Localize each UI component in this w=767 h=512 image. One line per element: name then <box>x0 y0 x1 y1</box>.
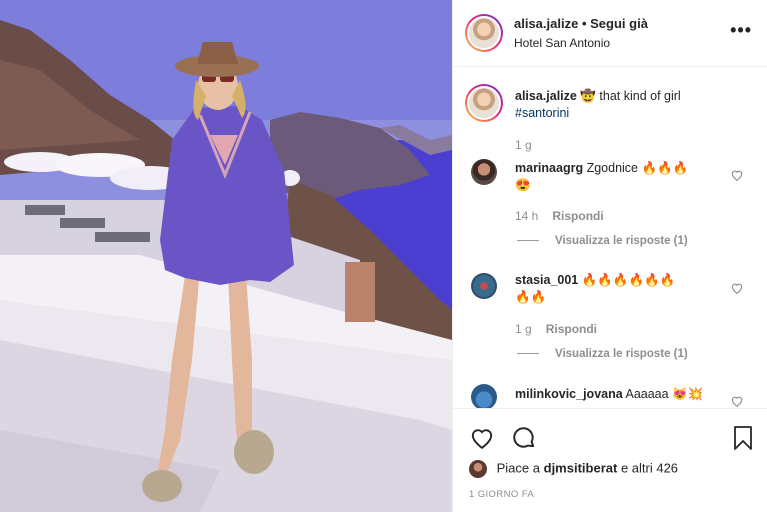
comment-text-continued: 😍 <box>515 178 531 192</box>
comment-like-heart-icon[interactable] <box>730 394 744 408</box>
author-avatar[interactable] <box>465 14 503 52</box>
comment-item: milinkovic_jovana Aaaaaa 😻💥 <box>515 386 735 403</box>
caption-avatar[interactable] <box>465 84 503 122</box>
comment-text: Zgodnice 🔥🔥🔥 <box>586 161 689 175</box>
view-replies-label: Visualizza le risposte (1) <box>555 235 688 247</box>
comment-text: Aaaaaa 😻💥 <box>625 387 704 401</box>
view-replies-button[interactable]: Visualizza le risposte (1) <box>517 235 688 247</box>
likes-summary: Piace a djmsitiberat e altri 426 <box>469 460 678 478</box>
view-replies-button[interactable]: Visualizza le risposte (1) <box>517 348 688 360</box>
photo-image <box>0 0 452 512</box>
comment-icon[interactable] <box>511 425 537 451</box>
separator-dot: • <box>581 16 587 31</box>
comment-avatar[interactable] <box>471 159 497 185</box>
comment-like-heart-icon[interactable] <box>730 168 744 182</box>
comment-text: 🔥🔥🔥🔥🔥🔥 <box>581 273 676 287</box>
liker-avatar[interactable] <box>469 460 487 478</box>
post-date: 1 GIORNO FA <box>469 489 535 500</box>
comment-username[interactable]: marinaagrg <box>515 161 583 175</box>
caption-time: 1 g <box>515 138 532 152</box>
comment-like-heart-icon[interactable] <box>730 281 744 295</box>
comment-time: 1 g <box>515 322 532 336</box>
more-options-icon[interactable]: ••• <box>730 20 752 41</box>
comments-section[interactable]: alisa.jalize 🤠 that kind of girl #santor… <box>453 68 767 408</box>
caption-hashtag[interactable]: #santorini <box>515 105 735 122</box>
comment-item: marinaagrg Zgodnice 🔥🔥🔥 😍 <box>515 160 735 194</box>
header-user-line: alisa.jalize • Segui già <box>514 16 648 31</box>
comment-username[interactable]: stasia_001 <box>515 273 578 287</box>
view-replies-label: Visualizza le risposte (1) <box>555 348 688 360</box>
author-username[interactable]: alisa.jalize <box>514 16 578 31</box>
comment-text-continued: 🔥🔥 <box>515 290 547 304</box>
post-header: alisa.jalize • Segui già Hotel San Anton… <box>453 0 767 67</box>
comment-avatar[interactable] <box>471 384 497 408</box>
likes-prefix: Piace a <box>496 460 540 476</box>
post-photo[interactable] <box>0 0 452 512</box>
post-actions: Piace a djmsitiberat e altri 426 1 GIORN… <box>453 408 767 512</box>
comment-item: stasia_001 🔥🔥🔥🔥🔥🔥 🔥🔥 <box>515 272 735 306</box>
comment-meta: 14 h Rispondi <box>515 209 604 223</box>
post-side-panel: alisa.jalize • Segui già Hotel San Anton… <box>452 0 767 512</box>
liker-username[interactable]: djmsitiberat <box>544 460 618 475</box>
reply-button[interactable]: Rispondi <box>546 322 597 336</box>
follow-status-button[interactable]: Segui già <box>590 16 648 31</box>
location-link[interactable]: Hotel San Antonio <box>514 36 610 50</box>
comment-avatar[interactable] <box>471 273 497 299</box>
caption-username[interactable]: alisa.jalize <box>515 89 577 103</box>
caption-emoji: 🤠 <box>580 89 596 103</box>
comment-time: 14 h <box>515 209 539 223</box>
likes-suffix[interactable]: e altri 426 <box>621 460 678 475</box>
caption: alisa.jalize 🤠 that kind of girl #santor… <box>515 88 735 122</box>
comment-meta: 1 g Rispondi <box>515 322 597 336</box>
heart-icon[interactable] <box>469 425 495 451</box>
caption-text: that kind of girl <box>599 89 681 103</box>
reply-button[interactable]: Rispondi <box>552 209 603 223</box>
comment-username[interactable]: milinkovic_jovana <box>515 387 623 401</box>
bookmark-icon[interactable] <box>731 425 755 451</box>
